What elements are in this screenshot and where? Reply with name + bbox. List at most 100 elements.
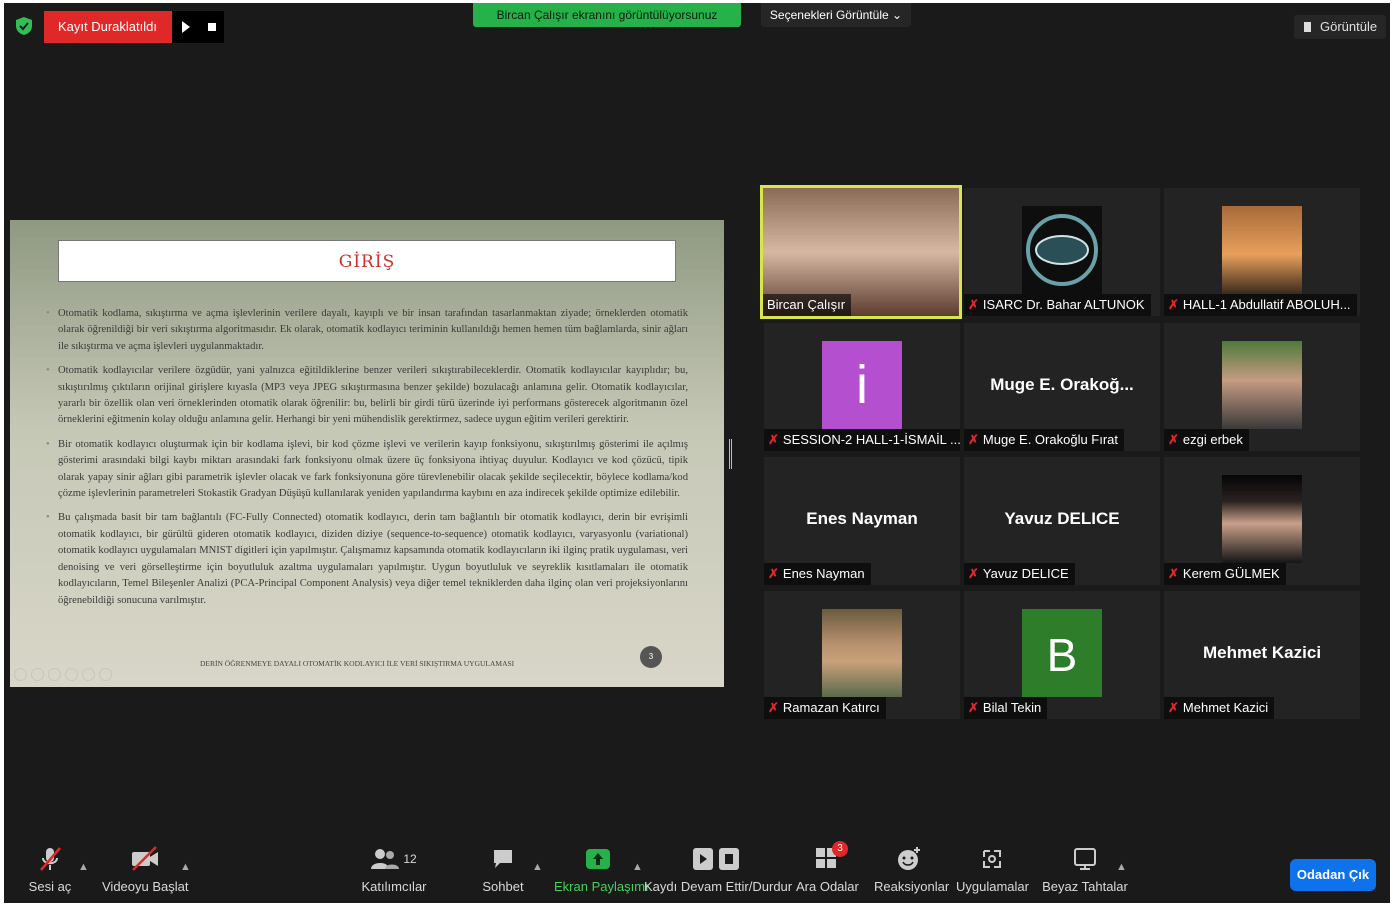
participant-photo [1222, 475, 1302, 563]
participant-tile[interactable]: ✗ Ramazan Katırcı [764, 591, 960, 719]
reactions-icon [898, 847, 920, 870]
participant-name: Yavuz DELICE [982, 566, 1069, 581]
participant-tile[interactable]: Mehmet Kazici ✗ Mehmet Kazici [1164, 591, 1360, 719]
slide-page-number: 3 [640, 646, 662, 668]
participants-button[interactable]: 12 Katılımcılar [356, 845, 432, 901]
security-shield-icon[interactable] [16, 17, 32, 35]
slide-nav-icon[interactable] [48, 668, 61, 681]
start-video-button[interactable]: Videoyu Başlat [102, 845, 189, 901]
leave-meeting-button[interactable]: Odadan Çık [1290, 859, 1376, 891]
participants-count: 12 [403, 852, 417, 866]
slide-nav-icon[interactable] [99, 668, 112, 681]
start-video-label: Videoyu Başlat [102, 879, 189, 894]
layout-icon [1304, 22, 1314, 32]
avatar: i [822, 341, 902, 429]
muted-mic-icon: ✗ [968, 566, 979, 581]
share-screen-icon [586, 849, 610, 869]
splitter-handle[interactable] [729, 439, 732, 469]
participants-label: Katılımcılar [361, 879, 427, 894]
recording-toggle-button[interactable]: Kaydı Devam Ettir/Durdur [644, 845, 793, 901]
participant-tile[interactable]: Yavuz DELICE ✗ Yavuz DELICE [964, 457, 1160, 585]
participant-tile[interactable]: i ✗ SESSION-2 HALL-1-İSMAİL ... [764, 323, 960, 451]
participant-namebar: ✗ Kerem GÜLMEK [1164, 563, 1286, 585]
participant-name: Enes Nayman [782, 566, 865, 581]
participant-tile[interactable]: ✗ ISARC Dr. Bahar ALTUNOK [964, 188, 1160, 316]
stop-recording-icon[interactable] [208, 23, 216, 31]
slide-paragraph: Bu çalışmada basit bir tam bağlantılı (F… [46, 510, 688, 608]
muted-mic-icon: ✗ [968, 700, 979, 715]
slide-paragraph: Otomatik kodlama, sıkıştırma ve açma işl… [46, 306, 688, 355]
participants-icon [371, 849, 400, 869]
participant-tile[interactable]: ✗ ezgi erbek [1164, 323, 1360, 451]
resume-recording-icon[interactable] [182, 21, 190, 33]
share-screen-label: Ekran Paylaşımı [554, 879, 649, 894]
muted-mic-icon: ✗ [1168, 700, 1179, 715]
participant-display-name: Mehmet Kazici [1202, 643, 1322, 662]
slide-paragraph: Bir otomatik kodlayıcı oluşturmak için b… [46, 437, 688, 503]
slide-nav-icon[interactable] [14, 668, 27, 681]
screen-share-banner: Bircan Çalışır ekranını görüntülüyorsunu… [473, 3, 741, 27]
muted-mic-icon: ✗ [1168, 432, 1179, 447]
shared-screen-slide: GİRİŞ Otomatik kodlama, sıkıştırma ve aç… [10, 220, 724, 687]
breakout-rooms-label: Ara Odalar [796, 879, 859, 894]
participant-namebar: ✗ Mehmet Kazici [1164, 697, 1275, 719]
participant-namebar: ✗ SESSION-2 HALL-1-İSMAİL ... [764, 429, 960, 451]
chat-label: Sohbet [482, 879, 524, 894]
participant-namebar: ✗ Muge E. Orakoğlu Fırat [964, 429, 1125, 451]
chat-button[interactable]: Sohbet [474, 845, 532, 901]
whiteboard-options-caret-icon[interactable]: ▲ [1116, 861, 1127, 873]
muted-mic-icon: ✗ [768, 700, 779, 715]
muted-mic-icon: ✗ [968, 432, 979, 447]
view-options-dropdown[interactable]: Seçenekleri Görüntüle ⌄ [761, 3, 911, 27]
whiteboards-label: Beyaz Tahtalar [1042, 879, 1128, 894]
slide-nav-icon[interactable] [31, 668, 44, 681]
participant-tile[interactable]: Muge E. Orakoğ... ✗ Muge E. Orakoğlu Fıra… [964, 323, 1160, 451]
muted-mic-icon: ✗ [768, 432, 779, 447]
participant-photo [1222, 341, 1302, 429]
video-off-icon [132, 846, 158, 871]
apps-label: Uygulamalar [956, 879, 1029, 894]
share-screen-button[interactable]: Ekran Paylaşımı [554, 845, 649, 901]
view-button[interactable]: Görüntüle [1294, 15, 1386, 39]
unmute-label: Sesi aç [28, 879, 72, 894]
participant-tile[interactable]: Enes Nayman ✗ Enes Nayman [764, 457, 960, 585]
participant-photo [1222, 206, 1302, 294]
participant-tile[interactable]: B ✗ Bilal Tekin [964, 591, 1160, 719]
slide-title-box: GİRİŞ [58, 240, 676, 282]
muted-mic-icon: ✗ [1168, 566, 1179, 581]
share-options-caret-icon[interactable]: ▲ [632, 861, 643, 873]
slide-nav-controls [14, 668, 112, 681]
participant-name: Mehmet Kazici [1182, 700, 1269, 715]
participant-photo [822, 609, 902, 697]
slide-nav-icon[interactable] [65, 668, 78, 681]
participant-name: Ramazan Katırcı [782, 700, 880, 715]
whiteboards-button[interactable]: Beyaz Tahtalar [1040, 845, 1130, 901]
participant-name: Muge E. Orakoğlu Fırat [982, 432, 1119, 447]
audio-options-caret-icon[interactable]: ▲ [78, 861, 89, 873]
participant-display-name: Yavuz DELICE [1004, 509, 1120, 528]
slide-paragraph: Otomatik kodlayıcılar verilere özgüdür, … [46, 363, 688, 429]
pause-stop-recording-icon [693, 848, 739, 870]
avatar: B [1022, 609, 1102, 697]
reactions-label: Reaksiyonlar [874, 879, 950, 894]
reactions-button[interactable]: Reaksiyonlar [874, 845, 950, 901]
view-button-label: Görüntüle [1320, 19, 1378, 34]
recording-status: Kayıt Duraklatıldı [44, 11, 172, 43]
breakout-rooms-button[interactable]: 3 Ara Odalar [796, 841, 859, 901]
apps-button[interactable]: Uygulamalar [956, 845, 1029, 901]
muted-mic-icon: ✗ [968, 297, 979, 312]
unmute-button[interactable]: Sesi aç [22, 845, 78, 901]
zoom-meeting-window: Kayıt Duraklatıldı Bircan Çalışır ekranı… [4, 3, 1390, 903]
chat-options-caret-icon[interactable]: ▲ [532, 861, 543, 873]
participant-tile[interactable]: ✗ HALL-1 Abdullatif ABOLUH... [1164, 188, 1360, 316]
participant-tile[interactable]: Bircan Çalışır [760, 185, 962, 319]
recording-toggle-label: Kaydı Devam Ettir/Durdur [644, 879, 793, 894]
participant-name: Bilal Tekin [982, 700, 1042, 715]
video-options-caret-icon[interactable]: ▲ [180, 861, 191, 873]
muted-mic-icon: ✗ [1168, 297, 1179, 312]
participant-namebar: ✗ Ramazan Katırcı [764, 697, 886, 719]
slide-body: Otomatik kodlama, sıkıştırma ve açma işl… [46, 306, 688, 617]
participant-tile[interactable]: ✗ Kerem GÜLMEK [1164, 457, 1360, 585]
participant-namebar: ✗ Enes Nayman [764, 563, 871, 585]
slide-nav-icon[interactable] [82, 668, 95, 681]
